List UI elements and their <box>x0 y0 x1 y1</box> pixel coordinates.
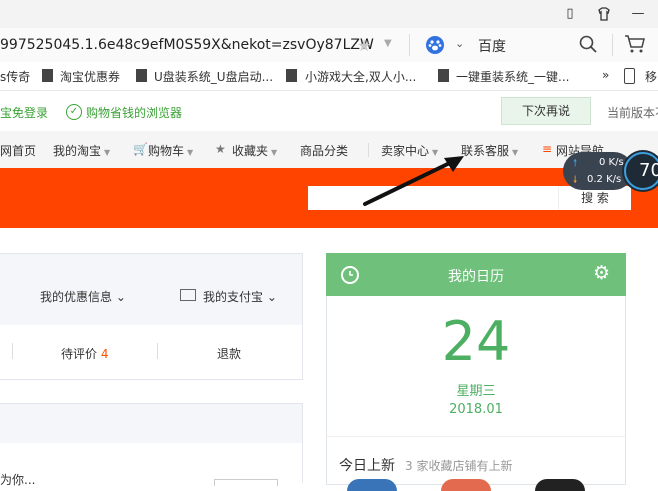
nav-favorites[interactable]: 收藏夹 ▼ <box>232 142 277 159</box>
network-speed-widget[interactable]: 🠕 0 K/s 🠗 0.2 K/s 70 <box>563 150 658 192</box>
bookmark-item[interactable]: s传奇 <box>0 68 30 85</box>
more-bookmarks-icon[interactable]: » <box>602 68 609 82</box>
bookmark-item[interactable]: 小游戏大全,双人小... <box>305 68 416 85</box>
url-input[interactable]: 997525045.1.6e48c9efM0S59X&nekot=zsvOy87… <box>0 37 374 53</box>
coupon-label: 我的优惠信息 <box>40 290 113 304</box>
divider <box>157 343 158 359</box>
chevron-down-icon: ⌄ <box>115 290 126 304</box>
calendar-body: 24 星期三 2018.01 <box>326 296 626 437</box>
notice-message: 购物省钱的浏览器 <box>86 106 183 120</box>
divider <box>409 34 410 56</box>
check-icon: ✓ <box>66 104 82 120</box>
card-icon <box>180 289 196 301</box>
current-version-text: 当前版本不 <box>607 106 658 120</box>
nav-cart[interactable]: 购物车 ▼ <box>148 142 193 159</box>
window-title-bar: ▯ — <box>0 0 658 28</box>
to-review-label: 待评价 <box>61 347 98 361</box>
search-icon[interactable] <box>578 34 598 54</box>
page-icon <box>42 69 53 82</box>
search-engine-label[interactable]: 百度 <box>478 36 506 56</box>
nav-home[interactable]: 网首页 <box>0 142 36 159</box>
address-bar: 997525045.1.6e48c9efM0S59X&nekot=zsvOy87… <box>0 28 658 63</box>
bookmark-item[interactable]: 移 <box>645 68 657 85</box>
today-new-title[interactable]: 今日上新 <box>339 455 395 475</box>
chevron-down-icon: ▼ <box>104 148 111 157</box>
speed-mode-icon[interactable]: ▯ <box>560 4 580 24</box>
nav-categories[interactable]: 商品分类 <box>300 142 348 159</box>
calendar-day: 24 <box>441 310 511 373</box>
download-arrow-icon: 🠗 <box>573 175 578 186</box>
bookmark-star-icon[interactable]: ★ <box>357 36 371 55</box>
for-you-text: 为你... <box>0 473 36 487</box>
page-icon <box>286 69 297 82</box>
account-summary-panel: 我的优惠信息 ⌄ 我的支付宝 ⌄ <box>0 253 303 327</box>
upload-speed: 0 K/s <box>599 157 624 168</box>
chevron-down-icon: ▼ <box>271 148 278 157</box>
calendar-weekday: 星期三 <box>456 384 496 399</box>
calendar-month: 2018.01 <box>449 402 503 417</box>
nav-label: 我的淘宝 <box>53 144 102 158</box>
bookmark-item[interactable]: 淘宝优惠券 <box>60 68 120 85</box>
divider <box>12 343 13 359</box>
bookmarks-bar: s传奇 淘宝优惠券 U盘装系统_U盘启动... 小游戏大全,双人小... 一键重… <box>0 62 658 91</box>
chevron-down-icon: ⌄ <box>266 290 277 304</box>
memory-percent: 70 <box>639 160 658 181</box>
page-icon <box>136 69 147 82</box>
search-engine-chevron-icon[interactable]: ⌄ <box>455 37 464 50</box>
divider <box>612 34 613 56</box>
menu-icon: ≡ <box>542 142 553 156</box>
cart-icon[interactable] <box>624 34 646 54</box>
shop-avatar[interactable] <box>347 479 397 491</box>
taobao-site-nav: 网首页 我的淘宝 ▼ 🛒 购物车 ▼ ★ 收藏夹 ▼ 商品分类 卖家中心 ▼ 联系客服 ▼… <box>0 131 658 169</box>
calendar-title: 我的日历 <box>448 269 504 285</box>
order-status-panel: 待评价 4 退款 <box>0 325 303 380</box>
later-button[interactable]: 下次再说 <box>501 97 591 125</box>
to-review-link[interactable]: 待评价 4 <box>61 345 108 362</box>
bookmark-item[interactable]: U盘装系统_U盘启动... <box>154 68 273 85</box>
page-icon <box>438 69 449 82</box>
alipay-link[interactable]: 我的支付宝 ⌄ <box>203 288 277 305</box>
recommend-panel: 为你... <box>0 443 303 487</box>
refund-link[interactable]: 退款 <box>217 345 241 362</box>
chevron-down-icon: ▼ <box>187 148 194 157</box>
nav-label: 收藏夹 <box>232 144 269 158</box>
today-new-detail[interactable]: 3 家收藏店铺有上新 <box>405 457 512 474</box>
recommend-header-panel <box>0 403 303 445</box>
upload-arrow-icon: 🠕 <box>573 158 578 169</box>
minimize-icon[interactable]: — <box>628 4 648 24</box>
skin-icon[interactable] <box>594 4 614 24</box>
shop-avatar[interactable] <box>535 479 585 491</box>
calendar-header: 我的日历 ⚙ <box>326 253 626 296</box>
coupon-link[interactable]: 我的优惠信息 ⌄ <box>40 288 126 305</box>
gear-icon[interactable]: ⚙ <box>593 262 610 284</box>
today-new-section: 今日上新 3 家收藏店铺有上新 <box>326 436 626 491</box>
baidu-paw-icon[interactable] <box>426 36 444 54</box>
nav-label: 购物车 <box>148 144 185 158</box>
shop-avatar[interactable] <box>441 479 491 491</box>
notice-login-text: 宝免登录 <box>0 106 49 120</box>
annotation-arrow <box>363 156 464 206</box>
mobile-icon[interactable] <box>624 68 635 84</box>
bookmark-item[interactable]: 一键重装系统_一键... <box>456 68 569 85</box>
download-speed: 0.2 K/s <box>587 174 622 185</box>
chevron-down-icon: ▼ <box>512 148 519 157</box>
star-icon: ★ <box>215 142 226 156</box>
nav-my-taobao[interactable]: 我的淘宝 ▼ <box>53 142 110 159</box>
cart-nav-icon[interactable]: 🛒 <box>133 142 148 156</box>
alipay-label: 我的支付宝 <box>203 290 264 304</box>
to-review-count: 4 <box>100 347 109 361</box>
browser-notice-bar: 宝免登录 ✓ 购物省钱的浏览器 下次再说 当前版本不 <box>0 91 658 132</box>
chevron-down-icon[interactable]: ▼ <box>384 38 392 49</box>
